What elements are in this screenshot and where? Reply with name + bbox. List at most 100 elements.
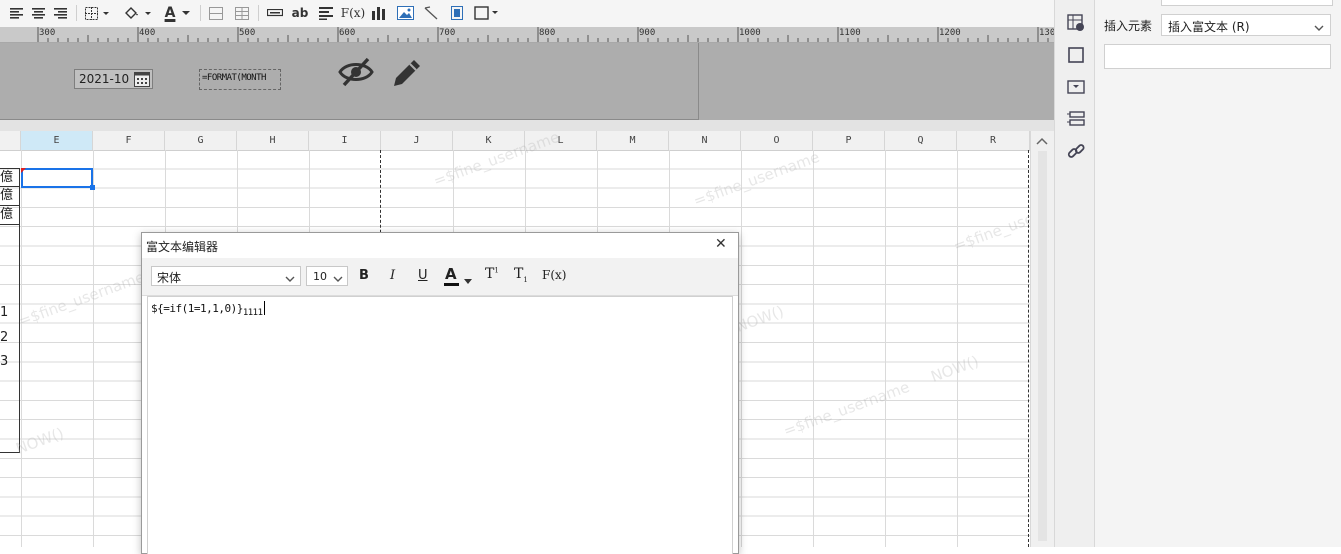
- column-header-N[interactable]: N: [669, 131, 741, 150]
- insert-element-label: 插入元素: [1104, 19, 1153, 33]
- vertical-scrollbar[interactable]: [1030, 131, 1055, 547]
- font-family-select[interactable]: 宋体: [151, 266, 301, 286]
- rich-text-editor-dialog: 富文本编辑器 ✕ 宋体 10 B I U A T1 T1 F(x) ${=if(…: [141, 232, 739, 554]
- font-color-button[interactable]: A: [444, 264, 474, 288]
- slash-icon[interactable]: [423, 5, 439, 21]
- ruler-label: 1000: [739, 28, 761, 38]
- subscript-letter: T: [514, 266, 524, 282]
- property-panel: 插入元素 插入富文本 (R): [1094, 0, 1341, 547]
- hide-icon[interactable]: [338, 56, 374, 91]
- toolbar: A ab F(x): [0, 0, 1054, 28]
- date-value: 2021-10: [79, 72, 130, 86]
- formula-widget[interactable]: =FORMAT(MONTH: [199, 69, 281, 90]
- chevron-down-icon: [464, 273, 472, 287]
- left-cell[interactable]: 億: [0, 187, 20, 206]
- column-header-G[interactable]: G: [165, 131, 237, 150]
- condition-icon[interactable]: [1067, 111, 1085, 130]
- font-size-select[interactable]: 10: [306, 266, 348, 286]
- border-box-icon[interactable]: [474, 5, 500, 21]
- dialog-toolbar: 宋体 10 B I U A T1 T1 F(x): [142, 258, 738, 296]
- column-header-O[interactable]: O: [741, 131, 813, 150]
- formula-button[interactable]: F(x): [542, 268, 566, 282]
- column-header-E[interactable]: E: [21, 131, 93, 150]
- rich-text-content[interactable]: ${=if(1=1,1,0)}1111: [151, 301, 265, 318]
- close-icon[interactable]: ✕: [715, 236, 727, 252]
- formula-icon[interactable]: F(x): [341, 5, 365, 21]
- edit-icon[interactable]: [390, 56, 424, 91]
- column-header-J[interactable]: J: [381, 131, 453, 150]
- calendar-icon[interactable]: [134, 71, 150, 90]
- border-icon[interactable]: [84, 5, 112, 21]
- subreport-icon[interactable]: [449, 5, 465, 21]
- align-right-icon[interactable]: [53, 5, 67, 21]
- font-size-value: 10: [313, 270, 327, 283]
- font-family-value: 宋体: [157, 271, 182, 285]
- superscript-mark: 1: [494, 266, 499, 275]
- chevron-down-icon: [285, 272, 295, 286]
- dialog-title-bar[interactable]: 富文本编辑器 ✕: [142, 233, 738, 258]
- selection-handle[interactable]: [90, 185, 95, 190]
- widget-frame-icon[interactable]: [1068, 47, 1084, 66]
- underline-button[interactable]: U: [418, 268, 428, 283]
- column-header-F[interactable]: F: [93, 131, 165, 150]
- subscript-mark: 1: [523, 275, 528, 284]
- cell-marker: [21, 168, 26, 173]
- ruler: 300 400 500 600 700 800 900 1000 1100 12…: [0, 27, 1054, 43]
- chart-icon[interactable]: [370, 5, 386, 21]
- dropdown-widget-icon[interactable]: [1067, 80, 1085, 97]
- left-cell[interactable]: 億: [0, 168, 20, 187]
- ruler-label: 300: [39, 28, 56, 38]
- dialog-title: 富文本编辑器: [146, 240, 219, 254]
- italic-button[interactable]: I: [390, 268, 395, 283]
- insert-row-icon[interactable]: [266, 5, 284, 21]
- column-header-M[interactable]: M: [597, 131, 669, 150]
- chevron-down-icon: [333, 272, 343, 286]
- formula-text: =FORMAT(MONTH: [202, 73, 266, 83]
- align-left-icon[interactable]: [9, 5, 23, 21]
- bold-button[interactable]: B: [359, 268, 369, 283]
- merge-icon[interactable]: [208, 5, 224, 21]
- left-cell[interactable]: 億: [0, 206, 20, 225]
- column-header-H[interactable]: H: [237, 131, 309, 150]
- ruler-label: 1200: [939, 28, 961, 38]
- align-center-icon[interactable]: [31, 5, 45, 21]
- image-icon[interactable]: [396, 5, 414, 21]
- row-value: 2: [0, 330, 9, 345]
- scroll-track[interactable]: [1038, 151, 1047, 541]
- subscript-content: 1111: [242, 308, 263, 319]
- chevron-down-icon: [1314, 21, 1324, 35]
- band-spacer: [0, 120, 1054, 131]
- insert-element-select[interactable]: 插入富文本 (R): [1161, 14, 1331, 36]
- ruler-label: 130: [1039, 28, 1054, 38]
- column-header-P[interactable]: P: [813, 131, 885, 150]
- ruler-label: 700: [439, 28, 456, 38]
- font-color-letter: A: [445, 265, 457, 283]
- superscript-button[interactable]: T1: [485, 266, 499, 282]
- ruler-label: 1100: [839, 28, 861, 38]
- ruler-label: 800: [539, 28, 556, 38]
- font-color-letter: A: [164, 5, 176, 21]
- selected-cell[interactable]: [21, 168, 93, 188]
- subscript-button[interactable]: T1: [514, 266, 528, 284]
- rich-text-content-area[interactable]: ${=if(1=1,1,0)}1111: [147, 296, 733, 554]
- text-ab-icon[interactable]: ab: [290, 5, 310, 21]
- text-caret: [263, 301, 265, 315]
- panel-top-field[interactable]: [1161, 0, 1333, 6]
- unmerge-icon[interactable]: [234, 5, 250, 21]
- hyperlink-icon[interactable]: [1067, 143, 1085, 164]
- font-color-icon[interactable]: A: [162, 5, 194, 21]
- date-widget[interactable]: 2021-10: [74, 69, 153, 89]
- ruler-label: 400: [139, 28, 156, 38]
- rich-text-preview-field[interactable]: [1104, 44, 1331, 69]
- fill-color-icon[interactable]: [122, 5, 154, 21]
- align-icon[interactable]: [318, 5, 334, 21]
- cell-attribute-icon[interactable]: [1067, 14, 1085, 35]
- column-header-Q[interactable]: Q: [885, 131, 957, 150]
- column-header-I[interactable]: I: [309, 131, 381, 150]
- row-value: 1: [0, 305, 9, 320]
- row-value: 3: [0, 354, 9, 369]
- column-header-corner: [0, 131, 21, 150]
- scroll-up-icon[interactable]: [1036, 134, 1048, 148]
- right-icon-bar: [1054, 0, 1095, 547]
- column-header-R[interactable]: R: [957, 131, 1030, 150]
